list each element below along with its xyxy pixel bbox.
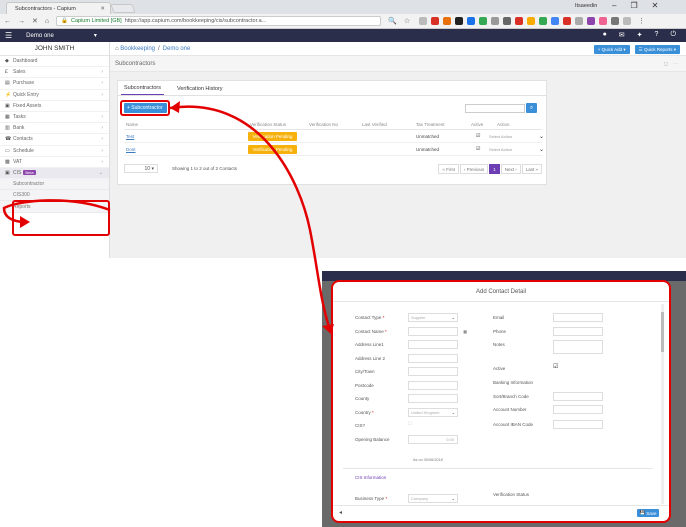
arrow-to-sidebar — [2, 199, 111, 224]
arrow-to-modal — [169, 105, 332, 331]
arrowhead — [170, 101, 180, 113]
arrowhead — [20, 216, 30, 228]
annotation-arrows — [2, 101, 334, 334]
arrowhead — [322, 324, 334, 334]
